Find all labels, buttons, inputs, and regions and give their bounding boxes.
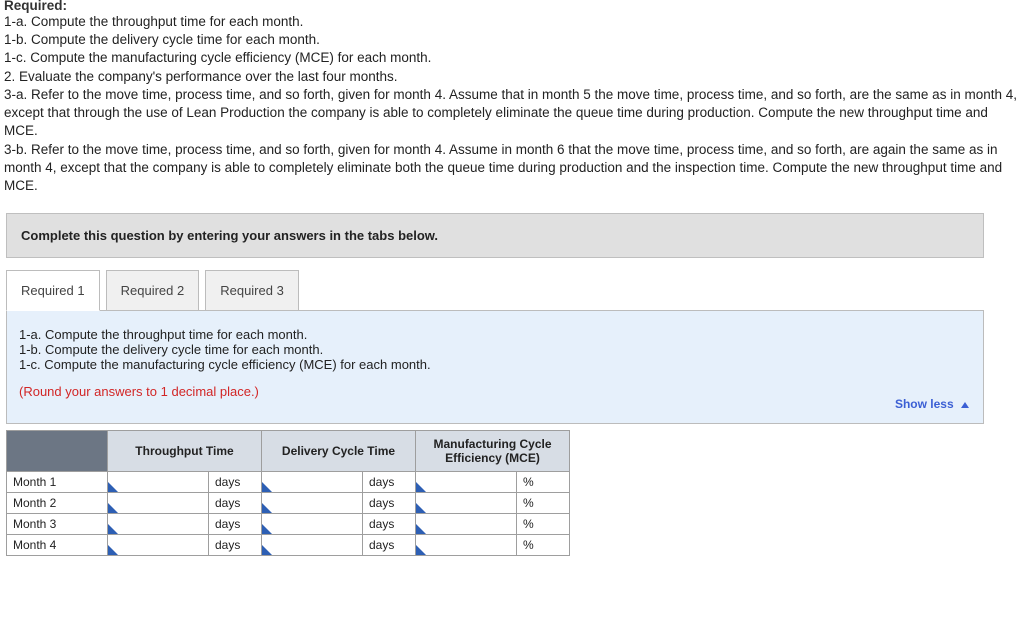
unit-days: days — [209, 493, 262, 514]
unit-percent: % — [517, 472, 570, 493]
throughput-input[interactable] — [108, 535, 209, 556]
row-label: Month 3 — [7, 514, 108, 535]
input-handle-icon — [262, 503, 272, 513]
table-corner — [7, 431, 108, 472]
input-handle-icon — [262, 482, 272, 492]
unit-days: days — [363, 535, 416, 556]
unit-percent: % — [517, 535, 570, 556]
req-line: 1-c. Compute the manufacturing cycle eff… — [4, 49, 1020, 67]
tab-required-2[interactable]: Required 2 — [106, 270, 200, 311]
unit-percent: % — [517, 514, 570, 535]
unit-days: days — [209, 472, 262, 493]
input-handle-icon — [416, 545, 426, 555]
row-label: Month 2 — [7, 493, 108, 514]
input-handle-icon — [416, 503, 426, 513]
input-handle-icon — [262, 524, 272, 534]
table-row: Month 3 days days% — [7, 514, 570, 535]
col-delivery: Delivery Cycle Time — [262, 431, 416, 472]
input-handle-icon — [108, 545, 118, 555]
mce-input[interactable] — [416, 514, 517, 535]
mce-input[interactable] — [416, 493, 517, 514]
req-line: 1-a. Compute the throughput time for eac… — [4, 13, 1020, 31]
input-handle-icon — [108, 524, 118, 534]
panel-line: 1-a. Compute the throughput time for eac… — [19, 327, 971, 342]
input-handle-icon — [416, 524, 426, 534]
required-title: Required: — [4, 0, 1020, 13]
unit-days: days — [363, 514, 416, 535]
row-label: Month 4 — [7, 535, 108, 556]
table-row: Month 2 days days% — [7, 493, 570, 514]
throughput-input[interactable] — [108, 514, 209, 535]
unit-percent: % — [517, 493, 570, 514]
tab-panel: 1-a. Compute the throughput time for eac… — [6, 310, 984, 424]
throughput-input[interactable] — [108, 493, 209, 514]
mce-input[interactable] — [416, 472, 517, 493]
unit-days: days — [209, 514, 262, 535]
req-line: 3-a. Refer to the move time, process tim… — [4, 86, 1020, 141]
mce-input[interactable] — [416, 535, 517, 556]
req-line: 2. Evaluate the company's performance ov… — [4, 68, 1020, 86]
table-row: Month 4 days days% — [7, 535, 570, 556]
col-mce: Manufacturing Cycle Efficiency (MCE) — [416, 431, 570, 472]
input-handle-icon — [108, 482, 118, 492]
delivery-input[interactable] — [262, 493, 363, 514]
req-line: 1-b. Compute the delivery cycle time for… — [4, 31, 1020, 49]
delivery-input[interactable] — [262, 514, 363, 535]
tab-required-3[interactable]: Required 3 — [205, 270, 299, 311]
show-less-toggle[interactable]: Show less — [895, 397, 969, 411]
unit-days: days — [363, 472, 416, 493]
table-row: Month 1 days days% — [7, 472, 570, 493]
panel-line: 1-b. Compute the delivery cycle time for… — [19, 342, 971, 357]
unit-days: days — [209, 535, 262, 556]
row-label: Month 1 — [7, 472, 108, 493]
tabs-row: Required 1 Required 2 Required 3 — [6, 270, 1024, 311]
input-handle-icon — [262, 545, 272, 555]
delivery-input[interactable] — [262, 472, 363, 493]
instruction-bar: Complete this question by entering your … — [6, 213, 984, 258]
show-less-label: Show less — [895, 397, 954, 411]
input-handle-icon — [416, 482, 426, 492]
instruction-text: Complete this question by entering your … — [21, 228, 438, 243]
chevron-up-icon — [961, 402, 969, 408]
answer-table: Throughput Time Delivery Cycle Time Manu… — [6, 430, 570, 556]
req-line: 3-b. Refer to the move time, process tim… — [4, 141, 1020, 196]
delivery-input[interactable] — [262, 535, 363, 556]
input-handle-icon — [108, 503, 118, 513]
unit-days: days — [363, 493, 416, 514]
tab-required-1[interactable]: Required 1 — [6, 270, 100, 311]
required-list: 1-a. Compute the throughput time for eac… — [4, 13, 1020, 195]
rounding-note: (Round your answers to 1 decimal place.) — [19, 384, 971, 399]
panel-line: 1-c. Compute the manufacturing cycle eff… — [19, 357, 971, 372]
col-throughput: Throughput Time — [108, 431, 262, 472]
throughput-input[interactable] — [108, 472, 209, 493]
